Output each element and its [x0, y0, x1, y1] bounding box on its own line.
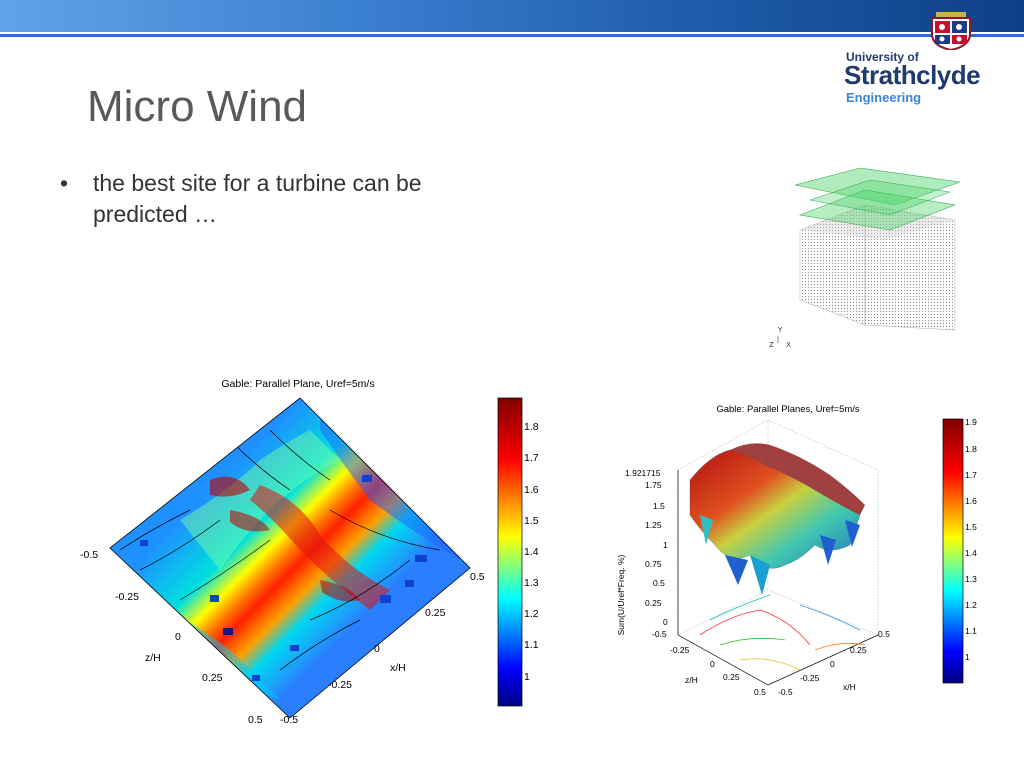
bullet-text: the best site for a turbine can be predi…	[93, 170, 422, 227]
figure2-y-tick: 1.75	[645, 480, 662, 490]
university-logo: University of Strathclyde Engineering	[842, 12, 992, 112]
figure1-colorbar-tick: 1.8	[524, 421, 539, 433]
figure2-y-tick: 0.75	[645, 559, 662, 569]
figure2-y-tick: 1.5	[653, 501, 665, 511]
figure2-colorbar-tick: 1.9	[965, 417, 977, 427]
figure2-colorbar-tick: 1.7	[965, 470, 977, 480]
figure2-x-tick: 0.5	[878, 629, 890, 639]
figure1-colorbar-tick: 1.1	[524, 639, 539, 651]
house-axis-x: X	[786, 341, 791, 349]
figure1-colorbar-tick: 1.7	[524, 452, 539, 464]
figure1-colorbar-tick: 1.3	[524, 577, 539, 589]
figure2-colorbar	[942, 418, 964, 684]
figure2-y-tick: 1.921715	[625, 468, 661, 478]
figure2-colorbar-tick: 1	[965, 652, 970, 662]
figure2-y-label: Sum(U/Uref*Freq. %)	[616, 554, 626, 635]
figure2-x-tick: 0	[830, 659, 835, 669]
crest-icon	[931, 12, 971, 50]
figure2-title: Gable: Parallel Planes, Uref=5m/s	[716, 404, 860, 415]
figure2-y-tick: 0	[663, 617, 668, 627]
figure2-z-tick: 0	[710, 659, 715, 669]
figure1-x-label: x/H	[390, 662, 406, 674]
contour-floor	[699, 594, 866, 671]
figure2-z-label: z/H	[685, 675, 698, 685]
figure1-x-tick: 0	[374, 643, 380, 655]
figure2-colorbar-tick: 1.8	[965, 444, 977, 454]
house-3d-model: Y Z X	[769, 167, 961, 349]
figure1-z-label: z/H	[145, 652, 161, 664]
house-axis-z: Z	[769, 341, 774, 349]
slide-title: Micro Wind	[87, 82, 308, 131]
figure1-colorbar-tick: 1.4	[524, 546, 539, 558]
figure2-colorbar-tick: 1.2	[965, 600, 977, 610]
logo-line-engineering: Engineering	[846, 90, 922, 105]
bullet-dot-icon: •	[60, 170, 69, 196]
figure1-colorbar-tick: 1	[524, 671, 530, 683]
contour-plot-figure: Gable: Parallel Plane, Uref=5m/s -0.5 -0…	[80, 378, 539, 726]
figure2-x-tick: -0.25	[800, 673, 820, 683]
figure2-x-tick: -0.5	[778, 687, 793, 697]
figure2-colorbar-tick: 1.6	[965, 496, 977, 506]
figure2-y-tick: 1	[663, 540, 668, 550]
figure1-colorbar-tick: 1.5	[524, 515, 539, 527]
figure2-colorbar-tick: 1.3	[965, 574, 977, 584]
figure1-z-tick: 0.5	[248, 714, 263, 726]
figure2-z-tick: -0.5	[652, 629, 667, 639]
figure1-x-tick: -0.25	[328, 679, 352, 691]
figure1-colorbar	[497, 397, 523, 707]
figure2-z-tick: 0.25	[723, 672, 740, 682]
figure2-z-tick: -0.25	[670, 645, 690, 655]
figure1-z-tick: 0.25	[202, 672, 223, 684]
surface-mesh	[689, 443, 865, 595]
figure2-colorbar-tick: 1.1	[965, 626, 977, 636]
figure1-colorbar-tick: 1.6	[524, 484, 539, 496]
figure1-x-tick: 0.5	[470, 571, 485, 583]
figure2-y-tick: 0.5	[653, 578, 665, 588]
surface-plot-figure: Gable: Parallel Planes, Uref=5m/s 1.9217…	[616, 404, 977, 697]
figure1-x-tick: 0.25	[425, 607, 446, 619]
figure2-x-label: x/H	[843, 682, 856, 692]
figure2-colorbar-tick: 1.5	[965, 522, 977, 532]
figure2-y-tick: 1.25	[645, 520, 662, 530]
figure1-z-tick: -0.25	[115, 591, 139, 603]
logo-line-strathclyde: Strathclyde	[844, 60, 981, 90]
figure2-colorbar-tick: 1.4	[965, 548, 977, 558]
figure2-y-tick: 0.25	[645, 598, 662, 608]
figure2-z-tick: 0.5	[754, 687, 766, 697]
figure1-z-tick: -0.5	[80, 549, 98, 561]
figure1-z-tick: 0	[175, 631, 181, 643]
figure2-x-tick: 0.25	[850, 645, 867, 655]
figure1-title: Gable: Parallel Plane, Uref=5m/s	[221, 378, 374, 390]
contour-field	[110, 398, 470, 718]
figure1-colorbar-tick: 1.2	[524, 608, 539, 620]
house-axis-y: Y	[777, 326, 783, 334]
figure1-x-tick: -0.5	[280, 714, 298, 726]
